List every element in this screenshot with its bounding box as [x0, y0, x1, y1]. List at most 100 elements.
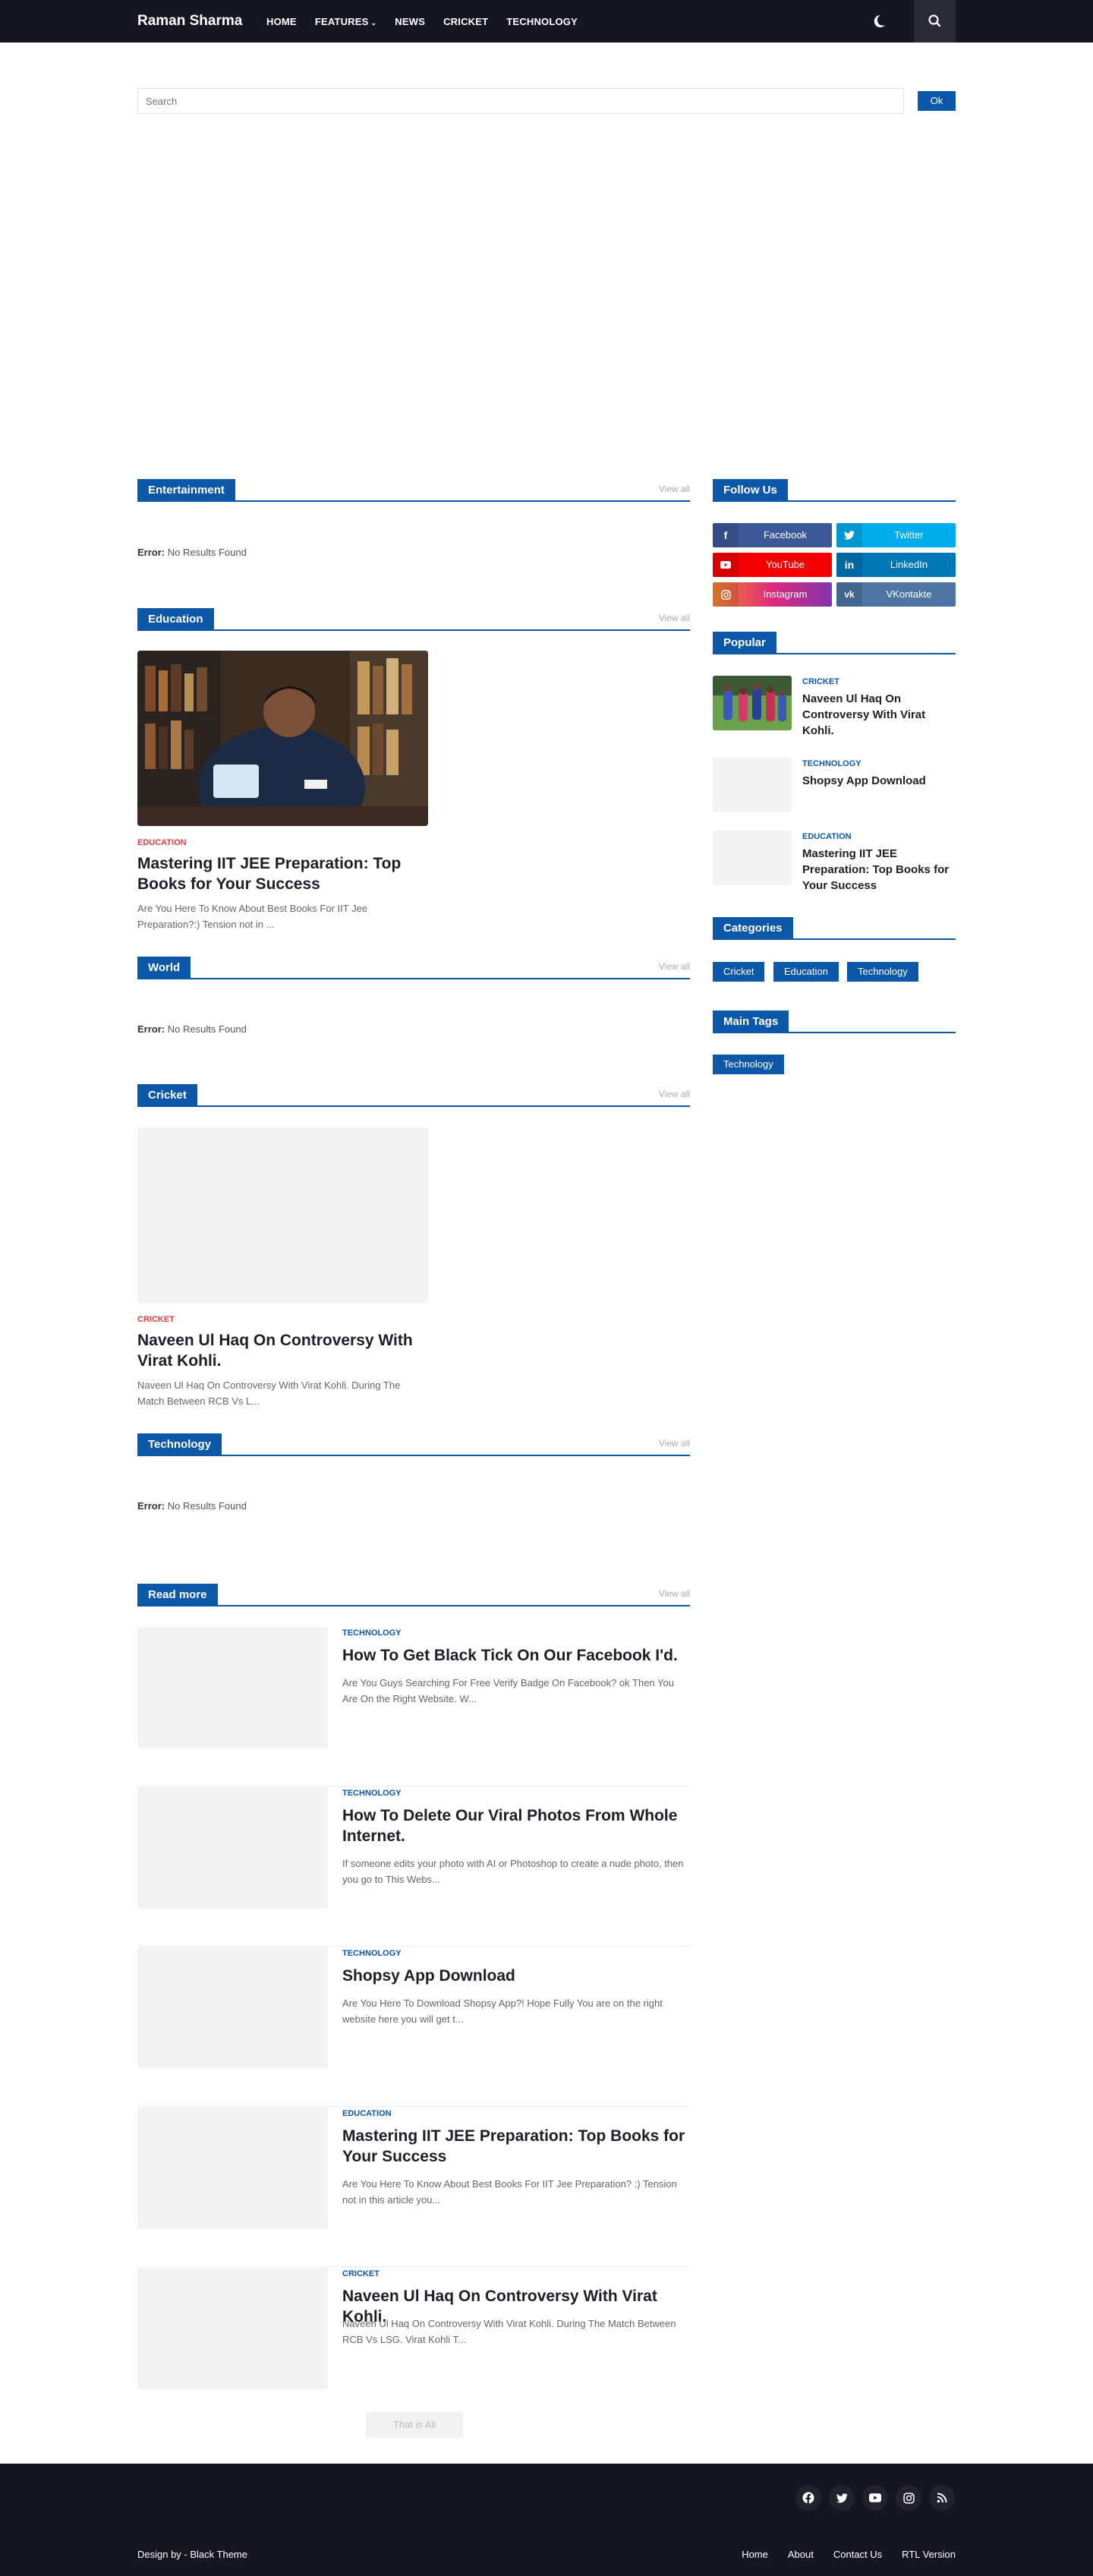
cricket-post-image[interactable] — [137, 1127, 428, 1303]
post-category[interactable]: TECHNOLOGY — [342, 1949, 402, 1958]
student-reading-image — [137, 651, 428, 826]
post-category[interactable]: TECHNOLOGY — [342, 1629, 402, 1638]
popular-thumbnail[interactable] — [713, 758, 792, 812]
post-category[interactable]: EDUCATION — [802, 832, 852, 841]
site-logo[interactable]: Raman Sharma — [137, 0, 242, 43]
section-title[interactable]: Entertainment — [137, 479, 235, 502]
post-category[interactable]: CRICKET — [342, 2269, 380, 2278]
category-tag-education[interactable]: Education — [773, 962, 839, 982]
post-category[interactable]: TECHNOLOGY — [802, 759, 861, 768]
post-title[interactable]: Naveen Ul Haq On Controversy With Virat … — [137, 1330, 428, 1371]
list-item: TECHNOLOGY How To Get Black Tick On Our … — [137, 1627, 690, 1786]
error-message: Error: No Results Found — [137, 1500, 247, 1512]
error-text: No Results Found — [167, 1023, 247, 1035]
post-thumbnail[interactable] — [137, 2268, 328, 2389]
post-category[interactable]: TECHNOLOGY — [342, 1789, 402, 1798]
footer-link-home[interactable]: Home — [742, 2549, 768, 2560]
section-title[interactable]: Technology — [137, 1433, 222, 1456]
footer-link-contact[interactable]: Contact Us — [833, 2549, 882, 2560]
footer-credit[interactable]: Design by - Black Theme — [137, 2549, 247, 2560]
view-all-link[interactable]: View all — [659, 961, 690, 972]
popular-header: Popular — [713, 632, 956, 654]
categories-header: Categories — [713, 917, 956, 940]
vk-icon: vk — [836, 582, 862, 607]
vkontakte-button[interactable]: vk VKontakte — [836, 582, 956, 607]
post-title[interactable]: Shopsy App Download — [342, 1966, 690, 1986]
facebook-icon: f — [713, 523, 739, 547]
linkedin-button[interactable]: in LinkedIn — [836, 553, 956, 577]
header-search-button[interactable] — [914, 0, 956, 43]
youtube-button[interactable]: YouTube — [713, 553, 832, 577]
post-title[interactable]: Naveen Ul Haq On Controversy With Virat … — [802, 691, 958, 739]
footer-facebook-link[interactable] — [795, 2485, 821, 2511]
facebook-icon — [802, 2492, 814, 2504]
footer-twitter-link[interactable] — [829, 2485, 855, 2511]
post-title[interactable]: Mastering IIT JEE Preparation: Top Books… — [342, 2126, 690, 2167]
follow-us-header: Follow Us — [713, 479, 956, 502]
post-thumbnail[interactable] — [137, 1787, 328, 1909]
nav-home[interactable]: HOME — [266, 16, 297, 27]
popular-thumbnail[interactable] — [713, 676, 792, 730]
entertainment-section-header: Entertainment View all — [137, 479, 690, 502]
list-item: TECHNOLOGY How To Delete Our Viral Photo… — [137, 1787, 690, 1947]
post-title[interactable]: How To Get Black Tick On Our Facebook I'… — [342, 1645, 690, 1666]
view-all-link[interactable]: View all — [659, 1089, 690, 1099]
error-label: Error: — [137, 1500, 165, 1512]
category-tag-technology[interactable]: Technology — [847, 962, 918, 982]
section-title[interactable]: Read more — [137, 1584, 218, 1606]
twitter-button[interactable]: Twitter — [836, 523, 956, 547]
popular-thumbnail[interactable] — [713, 831, 792, 885]
post-thumbnail[interactable] — [137, 2108, 328, 2229]
search-input[interactable] — [137, 88, 904, 114]
post-category[interactable]: CRICKET — [137, 1315, 175, 1324]
footer-rss-link[interactable] — [929, 2485, 955, 2511]
post-thumbnail[interactable] — [137, 1947, 328, 2069]
post-title[interactable]: Mastering IIT JEE Preparation: Top Books… — [137, 853, 428, 894]
moon-icon — [874, 14, 885, 27]
social-label: VKontakte — [886, 588, 932, 600]
rss-icon — [937, 2492, 947, 2503]
social-label: LinkedIn — [890, 559, 928, 570]
category-tag-cricket[interactable]: Cricket — [713, 962, 765, 982]
post-title[interactable]: Mastering IIT JEE Preparation: Top Books… — [802, 846, 958, 894]
view-all-link[interactable]: View all — [659, 613, 690, 623]
view-all-link[interactable]: View all — [659, 1588, 690, 1599]
footer-instagram-link[interactable] — [896, 2485, 921, 2511]
post-category[interactable]: EDUCATION — [137, 838, 187, 847]
post-snippet: Are You Here To Know About Best Books Fo… — [342, 2178, 677, 2206]
facebook-button[interactable]: f Facebook — [713, 523, 832, 547]
instagram-button[interactable]: Instagram — [713, 582, 832, 607]
view-all-link[interactable]: View all — [659, 1438, 690, 1449]
search-submit-button[interactable]: Ok — [918, 91, 956, 111]
post-category[interactable]: EDUCATION — [342, 2109, 392, 2118]
section-title[interactable]: Cricket — [137, 1084, 197, 1107]
nav-technology[interactable]: TECHNOLOGY — [506, 16, 578, 27]
post-thumbnail[interactable] — [137, 1627, 328, 1748]
nav-news[interactable]: NEWS — [395, 16, 425, 27]
cricket-section-header: Cricket View all — [137, 1084, 690, 1107]
view-all-link[interactable]: View all — [659, 484, 690, 494]
section-title: Main Tags — [713, 1011, 789, 1033]
footer-link-about[interactable]: About — [788, 2549, 814, 2560]
section-title[interactable]: World — [137, 957, 191, 979]
search-icon — [928, 14, 941, 27]
footer-link-rtl[interactable]: RTL Version — [902, 2549, 956, 2560]
nav-features[interactable]: FEATURES ⌄ — [315, 16, 376, 27]
error-label: Error: — [137, 547, 165, 558]
post-category[interactable]: CRICKET — [802, 677, 839, 686]
post-title[interactable]: Shopsy App Download — [802, 773, 958, 789]
tag-technology[interactable]: Technology — [713, 1055, 784, 1074]
post-snippet: Are You Guys Searching For Free Verify B… — [342, 1677, 674, 1704]
section-title[interactable]: Education — [137, 608, 214, 631]
error-message: Error: No Results Found — [137, 1023, 247, 1035]
dark-mode-toggle[interactable] — [870, 12, 888, 30]
education-post-image[interactable] — [137, 651, 428, 826]
footer-youtube-link[interactable] — [862, 2485, 888, 2511]
chevron-down-icon: ⌄ — [370, 18, 377, 27]
linkedin-icon: in — [836, 553, 862, 577]
list-item: TECHNOLOGY Shopsy App Download Are You H… — [137, 1947, 690, 2107]
post-snippet: Are You Here To Download Shopsy App?! Ho… — [342, 1997, 663, 2025]
nav-cricket[interactable]: CRICKET — [443, 16, 488, 27]
end-of-list-button[interactable]: That is All — [366, 2412, 463, 2438]
post-title[interactable]: How To Delete Our Viral Photos From Whol… — [342, 1805, 690, 1846]
